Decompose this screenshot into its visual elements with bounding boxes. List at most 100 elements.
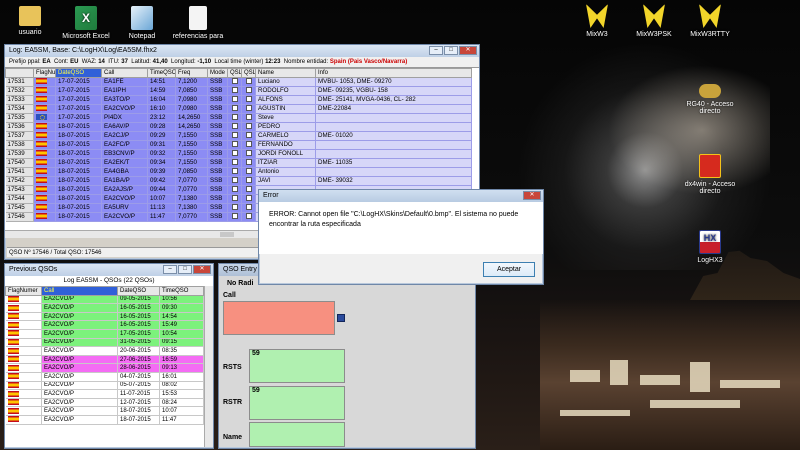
previous-qso-row[interactable]: EA2CVO/P 18-07-2015 10:07 <box>5 406 204 416</box>
log-window-titlebar[interactable]: Log: EA5SM, Base: C:\LogHX\Log\EA5SM.fhx… <box>5 45 479 57</box>
log-row[interactable]: 17541 18-07-2015 EA4GBA 09:39 7,0850 SSB Anton… <box>5 167 472 177</box>
qsls-checkbox[interactable] <box>245 122 252 129</box>
qslr-checkbox[interactable] <box>231 212 238 219</box>
qslr-checkbox[interactable] <box>231 203 238 210</box>
previous-qso-row[interactable]: EA2CVO/P 27-06-2015 16:59 <box>5 355 204 365</box>
close-icon[interactable]: ✕ <box>193 265 211 274</box>
minimize-icon[interactable]: – <box>429 46 443 55</box>
desktop-icon-mixw3psk[interactable]: MixW3PSK <box>624 4 684 38</box>
qslr-checkbox[interactable] <box>231 176 238 183</box>
previous-qso-row[interactable]: EA2CVO/P 16-05-2015 14:54 <box>5 312 204 322</box>
close-icon[interactable]: ✕ <box>459 46 477 55</box>
desktop-icon-usuario[interactable]: usuario <box>0 6 60 36</box>
error-dialog[interactable]: Error ✕ ERROR: Cannot open file "C:\LogH… <box>258 189 544 285</box>
qslr-checkbox[interactable] <box>231 131 238 138</box>
qsls-checkbox[interactable] <box>245 77 252 84</box>
qsls-checkbox[interactable] <box>245 158 252 165</box>
col-header[interactable] <box>5 68 34 78</box>
qslr-checkbox[interactable] <box>231 113 238 120</box>
log-row[interactable]: 17539 18-07-2015 EB3CNV/P 09:32 7,1550 SSB JOR… <box>5 149 472 159</box>
qsls-checkbox[interactable] <box>245 95 252 102</box>
vertical-scrollbar[interactable] <box>204 286 213 447</box>
col-header[interactable]: TimeQSO <box>147 68 176 78</box>
qsls-checkbox[interactable] <box>245 113 252 120</box>
previous-qso-row[interactable]: EA2CVO/P 12-07-2015 08:24 <box>5 398 204 408</box>
qsls-checkbox[interactable] <box>245 185 252 192</box>
qslr-checkbox[interactable] <box>231 185 238 192</box>
previous-qso-row[interactable]: EA2CVO/P 20-06-2015 08:35 <box>5 346 204 356</box>
desktop-icon-mixw3[interactable]: MixW3 <box>567 4 627 38</box>
desktop-icon-notepad[interactable]: Notepad <box>112 6 172 40</box>
previous-qso-row[interactable]: EA2CVO/P 31-05-2015 09:15 <box>5 338 204 348</box>
col-header[interactable]: Call <box>41 286 118 296</box>
previous-qso-row[interactable]: EA2CVO/P 18-07-2015 11:47 <box>5 415 204 425</box>
previous-qsos-titlebar[interactable]: Previous QSOs – □ ✕ <box>5 264 213 276</box>
qslr-checkbox[interactable] <box>231 122 238 129</box>
desktop-icon-mixw3rtty[interactable]: MixW3RTTY <box>680 4 740 38</box>
maximize-icon[interactable]: □ <box>178 265 192 274</box>
previous-qso-row[interactable]: EA2CVO/P 11-07-2015 15:53 <box>5 389 204 399</box>
call-input[interactable] <box>223 301 335 335</box>
log-row[interactable]: 17535 17-07-2015 PI4DX 23:12 14,2650 SSB Steve <box>5 113 472 123</box>
save-icon[interactable] <box>337 314 345 322</box>
log-row[interactable]: 17532 17-07-2015 EA1IPH 14:59 7,0850 SSB RODOL… <box>5 86 472 96</box>
previous-qso-row[interactable]: EA2CVO/P 16-05-2015 15:49 <box>5 320 204 330</box>
qsls-checkbox[interactable] <box>245 131 252 138</box>
col-header[interactable]: TimeQSO <box>159 286 204 296</box>
qslr-checkbox[interactable] <box>231 149 238 156</box>
log-row[interactable]: 17531 17-07-2015 EA1FE 14:51 7,1200 SSB Lucian… <box>5 77 472 87</box>
log-row[interactable]: 17536 18-07-2015 EA6AV/P 09:28 14,2650 SSB PED… <box>5 122 472 132</box>
qslr-checkbox[interactable] <box>231 104 238 111</box>
col-header[interactable]: QSLS <box>241 68 256 78</box>
qslr-checkbox[interactable] <box>231 158 238 165</box>
rsts-field[interactable]: 59 <box>249 349 345 383</box>
col-header[interactable]: Info <box>315 68 472 78</box>
qslr-checkbox[interactable] <box>231 167 238 174</box>
qsls-checkbox[interactable] <box>245 167 252 174</box>
qsls-checkbox[interactable] <box>245 176 252 183</box>
log-row[interactable]: 17542 18-07-2015 EA1BA/P 09:42 7,0770 SSB JAVI… <box>5 176 472 186</box>
log-row[interactable]: 17538 18-07-2015 EA2FC/P 09:31 7,1550 SSB FERN… <box>5 140 472 150</box>
col-header[interactable]: Mode <box>207 68 228 78</box>
col-header[interactable]: Name <box>255 68 316 78</box>
col-header[interactable]: DateQSO <box>117 286 160 296</box>
col-header[interactable]: QSLR <box>227 68 242 78</box>
qsls-checkbox[interactable] <box>245 140 252 147</box>
desktop-icon-rg40[interactable]: RG40 - Acceso directo <box>680 78 740 115</box>
qsls-checkbox[interactable] <box>245 86 252 93</box>
qslr-checkbox[interactable] <box>231 194 238 201</box>
qsls-checkbox[interactable] <box>245 203 252 210</box>
previous-qso-row[interactable]: EA2CVO/P 05-07-2015 08:02 <box>5 381 204 391</box>
qslr-checkbox[interactable] <box>231 86 238 93</box>
qsls-checkbox[interactable] <box>245 212 252 219</box>
log-row[interactable]: 17537 18-07-2015 EA2CJ/P 09:29 7,1550 SSB CARM… <box>5 131 472 141</box>
qslr-checkbox[interactable] <box>231 77 238 84</box>
close-icon[interactable]: ✕ <box>523 191 541 200</box>
previous-qso-row[interactable]: EA2CVO/P 16-05-2015 09:30 <box>5 303 204 313</box>
previous-qso-row[interactable]: EA2CVO/P 28-06-2015 09:13 <box>5 363 204 373</box>
col-header[interactable]: Call <box>101 68 148 78</box>
log-row[interactable]: 17540 18-07-2015 EA2EK/T 09:34 7,1550 SSB ITZI… <box>5 158 472 168</box>
minimize-icon[interactable]: – <box>163 265 177 274</box>
qsls-checkbox[interactable] <box>245 194 252 201</box>
desktop-icon-loghx3[interactable]: HX LogHX3 <box>680 230 740 264</box>
previous-qso-row[interactable]: EA2CVO/P 09-05-2015 10:56 <box>5 295 204 305</box>
qsls-checkbox[interactable] <box>245 104 252 111</box>
previous-qso-row[interactable]: EA2CVO/P 04-07-2015 16:01 <box>5 372 204 382</box>
qslr-checkbox[interactable] <box>231 140 238 147</box>
qslr-checkbox[interactable] <box>231 95 238 102</box>
col-header[interactable]: Freq <box>175 68 208 78</box>
qsls-checkbox[interactable] <box>245 149 252 156</box>
desktop-icon-referencias[interactable]: referencias para <box>168 6 228 40</box>
col-header[interactable]: DateQSO <box>55 68 102 78</box>
col-header[interactable]: FlagNur <box>33 68 56 78</box>
log-row[interactable]: 17534 17-07-2015 EA2CVO/P 16:10 7,0980 SSB AGU… <box>5 104 472 114</box>
qso-entry-window[interactable]: QSO Entry No Radi Call RSTS 59 RSTR 59 N… <box>218 263 476 449</box>
desktop-icon-excel[interactable]: X Microsoft Excel <box>56 6 116 40</box>
name-field[interactable] <box>249 422 345 447</box>
previous-qso-row[interactable]: EA2CVO/P 17-05-2015 10:54 <box>5 329 204 339</box>
accept-button[interactable]: Aceptar <box>483 262 535 277</box>
error-dialog-titlebar[interactable]: Error ✕ <box>259 190 543 202</box>
rstr-field[interactable]: 59 <box>249 386 345 420</box>
desktop-icon-dx4win[interactable]: dx4win - Acceso directo <box>680 154 740 195</box>
